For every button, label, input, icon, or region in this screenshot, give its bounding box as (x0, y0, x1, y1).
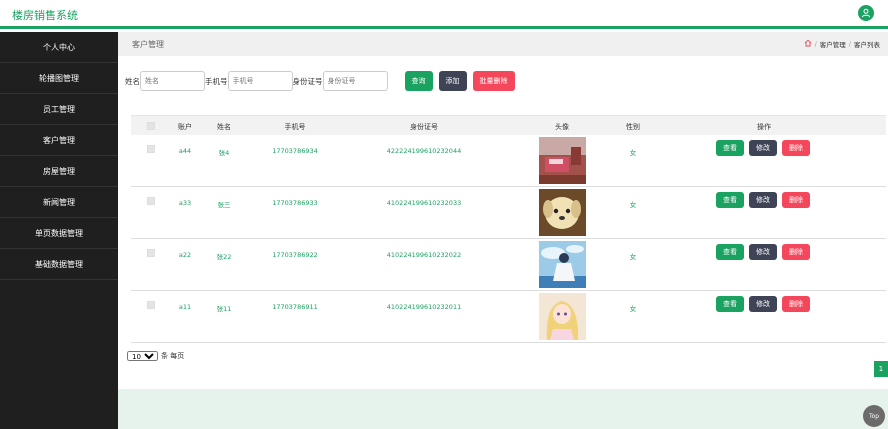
edit-button[interactable]: 修改 (749, 296, 777, 312)
column-header-avatar: 头像 (555, 123, 569, 131)
row-checkbox[interactable] (147, 197, 155, 205)
edit-button[interactable]: 修改 (749, 140, 777, 156)
idcard-cell: 422224199610232044 (386, 147, 462, 155)
avatar[interactable] (539, 137, 586, 184)
footer-band (118, 389, 888, 429)
batch-delete-button[interactable]: 批量删除 (472, 71, 515, 91)
phone-cell: 17703786911 (272, 303, 318, 311)
delete-button[interactable]: 删除 (782, 192, 810, 208)
top-header: 楼房销售系统 (0, 0, 888, 29)
view-button[interactable]: 查看 (716, 192, 744, 208)
row-checkbox[interactable] (147, 301, 155, 309)
idcard-cell: 410224199610232022 (386, 251, 462, 259)
account-cell: a11 (178, 303, 192, 311)
table-row: a33 张三 17703786933 410224199610232033 女 … (131, 187, 886, 239)
idcard-label: 身份证号 (292, 76, 323, 86)
breadcrumb-separator: / (814, 40, 817, 48)
page-size-label: 条 每页 (161, 352, 185, 360)
name-input[interactable] (140, 71, 205, 91)
gender-cell: 女 (629, 305, 637, 313)
back-to-top-button[interactable]: Top (863, 405, 885, 427)
name-cell: 张11 (216, 305, 232, 313)
phone-cell: 17703786934 (272, 147, 318, 155)
edit-button[interactable]: 修改 (749, 244, 777, 260)
sidebar-item-customers[interactable]: 客户管理 (0, 125, 118, 156)
customer-table: 账户 姓名 手机号 身份证号 头像 性别 操作 a44 张4 177037869… (131, 115, 886, 343)
edit-button[interactable]: 修改 (749, 192, 777, 208)
breadcrumb-separator: / (848, 40, 851, 48)
avatar[interactable] (539, 241, 586, 288)
table-row: a11 张11 17703786911 410224199610232011 女… (131, 291, 886, 343)
account-cell: a33 (178, 199, 192, 207)
search-button[interactable]: 查询 (404, 71, 433, 91)
sidebar: 个人中心 轮播图管理 员工管理 客户管理 房屋管理 新闻管理 单页数据管理 基础… (0, 32, 118, 429)
page-title: 客户管理 (132, 40, 164, 49)
delete-button[interactable]: 删除 (782, 140, 810, 156)
column-header-gender: 性别 (626, 123, 640, 131)
app-title: 楼房销售系统 (12, 9, 78, 22)
page-number-button[interactable]: 1 (874, 361, 888, 377)
account-cell: a22 (178, 251, 192, 259)
table-row: a44 张4 17703786934 422224199610232044 女 … (131, 135, 886, 187)
phone-label: 手机号 (205, 76, 228, 86)
view-button[interactable]: 查看 (716, 296, 744, 312)
phone-input[interactable] (227, 71, 293, 91)
column-header-idcard: 身份证号 (410, 123, 438, 131)
delete-button[interactable]: 删除 (782, 296, 810, 312)
gender-cell: 女 (629, 149, 637, 157)
column-header-name: 姓名 (217, 123, 231, 131)
sidebar-item-carousel[interactable]: 轮播图管理 (0, 63, 118, 94)
avatar[interactable] (539, 293, 586, 340)
idcard-cell: 410224199610232011 (386, 303, 462, 311)
home-icon[interactable] (804, 39, 812, 49)
row-checkbox[interactable] (147, 249, 155, 257)
column-header-account: 账户 (178, 123, 192, 131)
page-size-control: 10 条 每页 (127, 351, 184, 361)
column-header-actions: 操作 (757, 123, 771, 131)
sidebar-item-houses[interactable]: 房屋管理 (0, 156, 118, 187)
avatar[interactable] (539, 189, 586, 236)
sidebar-item-news[interactable]: 新闻管理 (0, 187, 118, 218)
column-header-phone: 手机号 (284, 123, 306, 131)
add-button[interactable]: 添加 (438, 71, 467, 91)
name-cell: 张三 (217, 201, 231, 209)
breadcrumb: / 客户管理 / 客户列表 (804, 39, 880, 49)
view-button[interactable]: 查看 (716, 244, 744, 260)
breadcrumb-customer-list: 客户列表 (854, 41, 880, 49)
select-all-checkbox[interactable] (147, 122, 155, 130)
user-icon[interactable] (858, 5, 874, 21)
name-cell: 张4 (218, 149, 230, 157)
sidebar-item-base-data[interactable]: 基础数据管理 (0, 249, 118, 280)
phone-cell: 17703786922 (272, 251, 318, 259)
page-size-select[interactable]: 10 (127, 351, 158, 361)
breadcrumb-bar: 客户管理 / 客户管理 / 客户列表 (118, 32, 888, 56)
row-checkbox[interactable] (147, 145, 155, 153)
gender-cell: 女 (629, 253, 637, 261)
idcard-input[interactable] (322, 71, 388, 91)
sidebar-item-staff[interactable]: 员工管理 (0, 94, 118, 125)
delete-button[interactable]: 删除 (782, 244, 810, 260)
main-content: 客户管理 / 客户管理 / 客户列表 姓名 手机号 身份证号 查询 添加 批量删… (118, 32, 888, 429)
sidebar-item-profile[interactable]: 个人中心 (0, 32, 118, 63)
idcard-cell: 410224199610232033 (386, 199, 462, 207)
account-cell: a44 (178, 147, 192, 155)
phone-cell: 17703786933 (272, 199, 318, 207)
breadcrumb-customer-mgmt[interactable]: 客户管理 (820, 39, 846, 49)
sidebar-item-single-page[interactable]: 单页数据管理 (0, 218, 118, 249)
name-cell: 张22 (216, 253, 232, 261)
table-row: a22 张22 17703786922 410224199610232022 女… (131, 239, 886, 291)
name-label: 姓名 (125, 76, 140, 86)
gender-cell: 女 (629, 201, 637, 209)
table-header: 账户 姓名 手机号 身份证号 头像 性别 操作 (131, 116, 886, 135)
view-button[interactable]: 查看 (716, 140, 744, 156)
search-form: 姓名 手机号 身份证号 查询 添加 批量删除 (125, 71, 515, 91)
